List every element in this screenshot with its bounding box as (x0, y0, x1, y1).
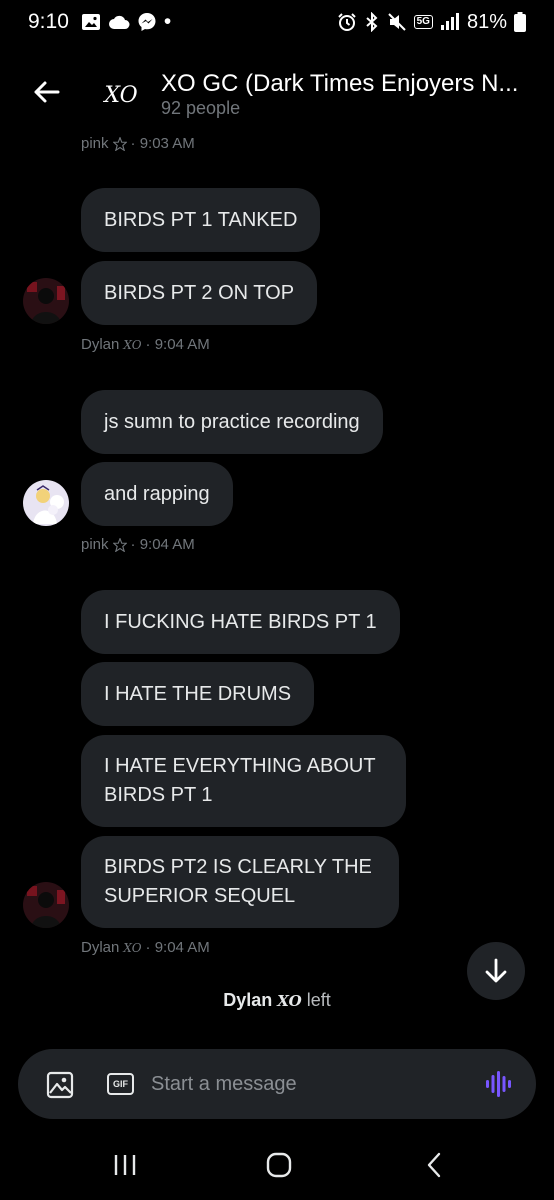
bluetooth-icon (364, 12, 380, 32)
arrow-left-icon (34, 81, 60, 103)
home-icon (266, 1152, 292, 1178)
message-text: I HATE THE DRUMS (104, 682, 292, 705)
message-time: · 9:04 AM (145, 939, 210, 956)
battery-icon (514, 12, 526, 32)
pentagram-icon (112, 136, 127, 151)
chevron-left-icon (427, 1152, 441, 1178)
system-user-badge: XO (277, 992, 302, 1010)
message-bubble[interactable]: BIRDS PT2 IS CLEARLY THE SUPERIOR SEQUEL (81, 836, 399, 928)
gallery-icon (81, 13, 101, 31)
gif-button[interactable]: GIF (107, 1073, 134, 1095)
message-input[interactable] (151, 1066, 471, 1102)
message-meta: Dylan XO · 9:04 AM (81, 939, 210, 956)
system-nav-bar (0, 1130, 554, 1200)
conversation-header: XO XO GC (Dark Times Enjoyers N... 92 pe… (0, 56, 554, 132)
avatar[interactable] (23, 882, 69, 928)
message-time: · 9:04 AM (145, 336, 210, 353)
message-bubble[interactable]: BIRDS PT 2 ON TOP (81, 261, 318, 325)
sender-name: pink (81, 536, 109, 553)
message-time: · 9:03 AM (130, 135, 195, 152)
message-time: · 9:04 AM (130, 536, 195, 553)
signal-icon (440, 13, 460, 31)
message-text: I HATE EVERYTHING ABOUT BIRDS PT 1 (104, 755, 376, 806)
system-back-button[interactable] (414, 1148, 454, 1182)
battery-percent: 81% (466, 10, 507, 33)
arrow-down-icon (485, 958, 507, 983)
sender-badge: XO (123, 337, 142, 352)
mute-icon (387, 12, 407, 32)
group-member-count: 92 people (161, 98, 241, 118)
avatar[interactable] (23, 480, 69, 526)
message-bubble[interactable]: BIRDS PT 1 TANKED (81, 188, 321, 252)
image-icon[interactable] (46, 1071, 74, 1099)
sender-name: Dylan (81, 939, 120, 956)
voice-message-icon[interactable] (484, 1069, 514, 1099)
message-meta: pink · 9:03 AM (81, 135, 195, 152)
message-text: BIRDS PT 1 TANKED (104, 208, 298, 231)
alarm-icon (337, 12, 357, 32)
recent-apps-button[interactable] (105, 1148, 145, 1182)
pentagram-icon (112, 537, 127, 552)
system-action: left (306, 990, 331, 1010)
status-notification-icons: • (81, 10, 171, 34)
message-bubble[interactable]: I FUCKING HATE BIRDS PT 1 (81, 590, 400, 654)
message-meta: Dylan XO · 9:04 AM (81, 336, 210, 353)
status-time: 9:10 (28, 10, 69, 33)
message-text: and rapping (104, 482, 210, 505)
home-button[interactable] (259, 1148, 299, 1182)
message-text: BIRDS PT2 IS CLEARLY THE SUPERIOR SEQUEL (104, 856, 372, 907)
message-text: js sumn to practice recording (104, 410, 360, 433)
system-user-name: Dylan (223, 990, 273, 1010)
message-composer: GIF (18, 1049, 536, 1119)
message-bubble[interactable]: I HATE THE DRUMS (81, 662, 315, 726)
message-bubble[interactable]: js sumn to practice recording (81, 390, 383, 454)
network-type: 5G (413, 15, 433, 29)
sender-name: pink (81, 135, 109, 152)
sender-badge: XO (123, 940, 142, 955)
message-bubble[interactable]: and rapping (81, 462, 233, 526)
recent-apps-icon (114, 1155, 136, 1175)
sender-name: Dylan (81, 336, 120, 353)
status-bar: 9:10 • 5G 81% (0, 0, 554, 44)
group-avatar-logo[interactable]: XO (104, 78, 138, 112)
status-dot: • (163, 10, 172, 33)
messenger-icon (137, 12, 157, 32)
message-bubble[interactable]: I HATE EVERYTHING ABOUT BIRDS PT 1 (81, 735, 406, 827)
system-message: Dylan XO left (0, 990, 554, 1011)
message-meta: pink · 9:04 AM (81, 536, 195, 553)
group-title[interactable]: XO GC (Dark Times Enjoyers N... (161, 70, 533, 98)
message-text: BIRDS PT 2 ON TOP (104, 281, 295, 304)
message-text: I FUCKING HATE BIRDS PT 1 (104, 610, 377, 633)
back-button[interactable] (24, 70, 68, 114)
cloud-icon (108, 14, 130, 30)
avatar[interactable] (23, 278, 69, 324)
status-system-icons: 5G 81% (337, 11, 526, 34)
